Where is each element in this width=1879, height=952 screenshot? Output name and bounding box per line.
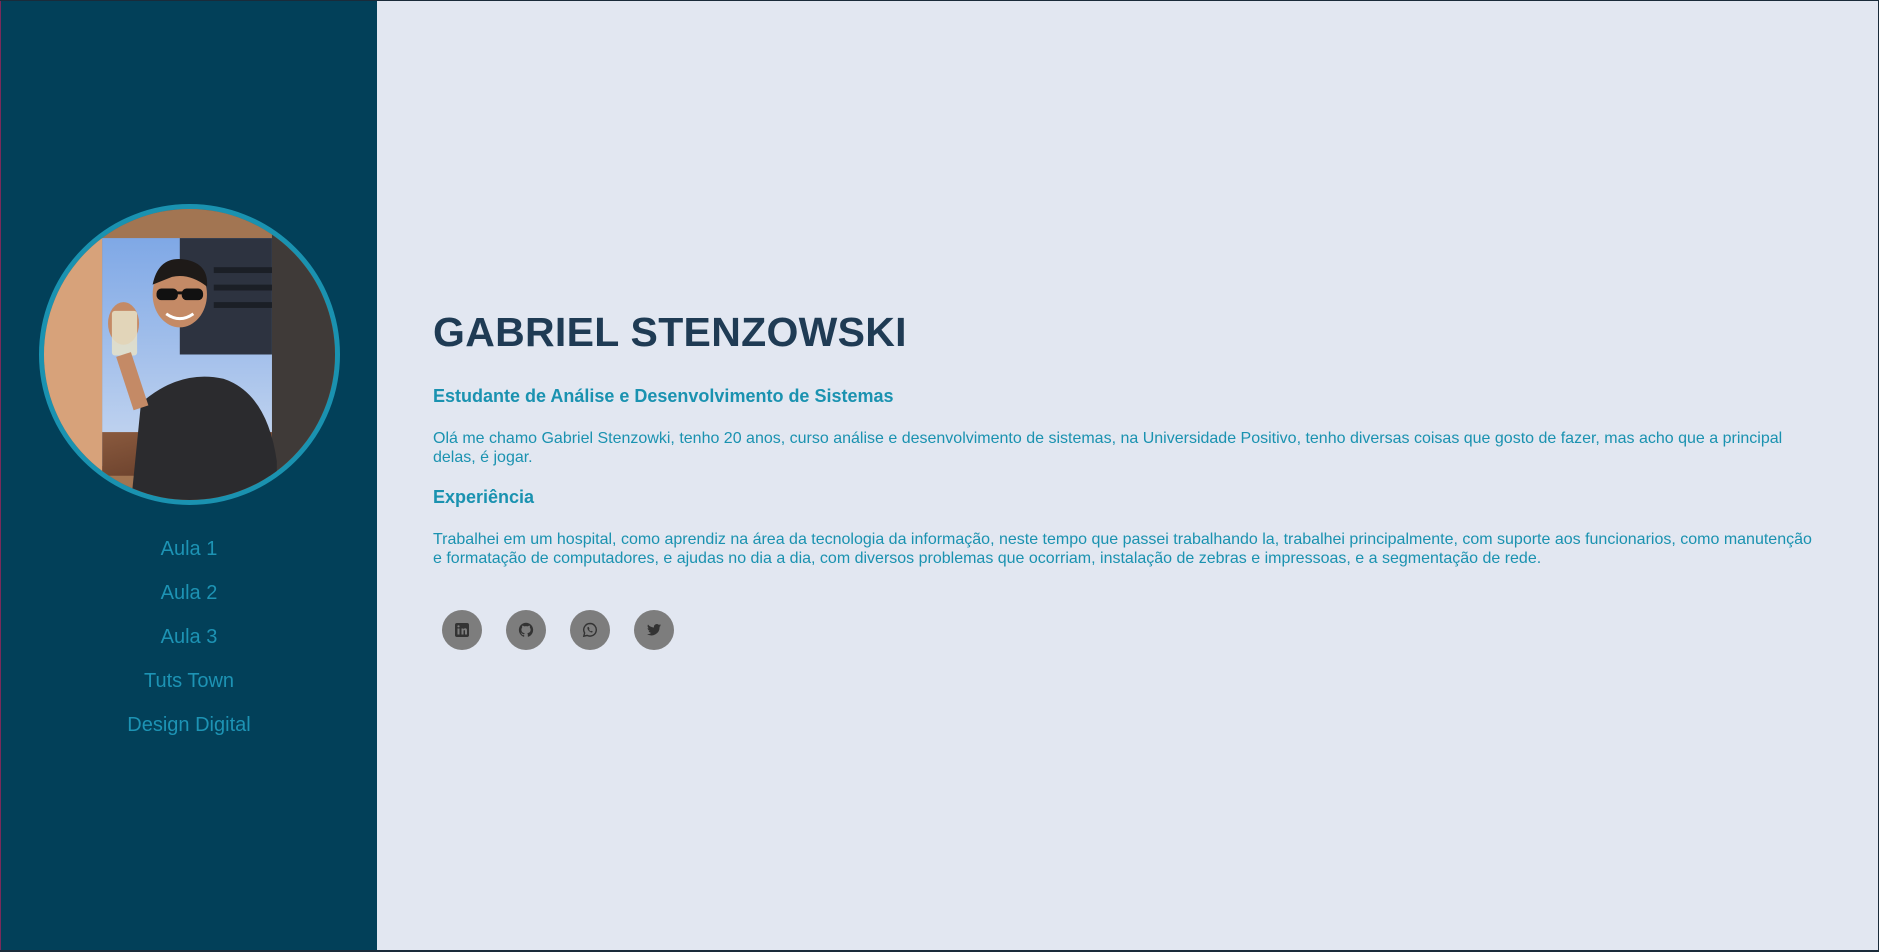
twitter-icon: [647, 624, 661, 636]
nav-item-design-digital[interactable]: Design Digital: [127, 703, 250, 747]
experience-text: Trabalhei em um hospital, como aprendiz …: [433, 531, 1812, 567]
github-icon: [518, 622, 534, 637]
nav-item-aula-1[interactable]: Aula 1: [161, 527, 218, 571]
whatsapp-icon: [582, 622, 597, 638]
twitter-button[interactable]: [634, 610, 674, 650]
profile-subtitle: Estudante de Análise e Desenvolvimento d…: [433, 386, 894, 406]
linkedin-icon: [455, 623, 469, 637]
nav-item-aula-2[interactable]: Aula 2: [161, 571, 218, 615]
page: Aula 1 Aula 2 Aula 3 Tuts Town Design Di…: [0, 0, 1879, 952]
github-button[interactable]: [506, 610, 546, 650]
experience-title: Experiência: [433, 487, 535, 507]
page-title: GABRIEL STENZOWSKI: [433, 309, 907, 355]
nav-item-tuts-town[interactable]: Tuts Town: [144, 659, 234, 703]
linkedin-button[interactable]: [442, 610, 482, 650]
about-text: Olá me chamo Gabriel Stenzowki, tenho 20…: [433, 430, 1783, 466]
social-links: [442, 610, 1821, 650]
whatsapp-button[interactable]: [570, 610, 610, 650]
nav-menu: Aula 1 Aula 2 Aula 3 Tuts Town Design Di…: [127, 527, 250, 747]
nav-item-aula-3[interactable]: Aula 3: [161, 615, 218, 659]
profile-photo: [43, 209, 335, 500]
sidebar: Aula 1 Aula 2 Aula 3 Tuts Town Design Di…: [0, 1, 377, 952]
main-content: GABRIEL STENZOWSKI Estudante de Análise …: [377, 1, 1879, 952]
avatar: [38, 204, 340, 505]
